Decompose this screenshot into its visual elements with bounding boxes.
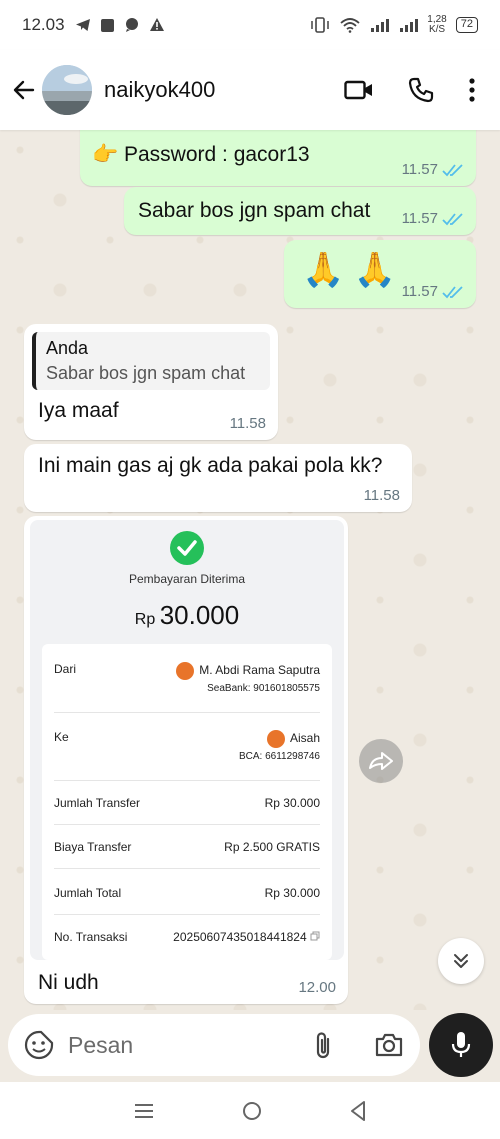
microphone-icon xyxy=(451,1032,471,1057)
message-input-pill[interactable]: Pesan xyxy=(8,1014,420,1076)
quote-text: Sabar bos jgn spam chat xyxy=(46,363,246,383)
status-bar: 12.03 1,28 K/S 72 xyxy=(0,0,500,50)
message-meta: 11.57 xyxy=(402,283,464,300)
double-check-icon xyxy=(442,212,463,225)
message-input[interactable]: Pesan xyxy=(68,1032,133,1059)
message-meta: 11.57 xyxy=(402,210,464,227)
back-nav-icon[interactable] xyxy=(349,1100,367,1122)
net-speed: 1,28 K/S xyxy=(427,14,447,35)
user-icon xyxy=(266,730,285,748)
divider xyxy=(54,868,320,869)
chat-header: naikyok400 xyxy=(0,50,500,130)
message-text: Sabar bos jgn spam chat xyxy=(138,199,371,222)
chevron-double-down-icon xyxy=(454,954,468,968)
message-password[interactable]: 👉 Password : gacor13 11.57 xyxy=(80,130,476,186)
recents-menu-icon[interactable] xyxy=(133,1102,155,1120)
vibrate-icon xyxy=(311,17,330,33)
user-icon xyxy=(176,662,195,680)
header-actions xyxy=(344,77,476,103)
payment-status: Pembayaran Diterima xyxy=(128,572,246,586)
square-app-icon xyxy=(100,18,114,32)
receipt-from-row: Dari M. Abdi Rama Saputra SeaBank: 90160… xyxy=(54,662,320,694)
avatar-image xyxy=(42,65,92,115)
more-options-icon[interactable] xyxy=(468,77,476,103)
message-caption: Ni udh xyxy=(38,971,99,994)
chat-area[interactable]: 👉 Password : gacor13 11.57 Sabar bos jgn… xyxy=(0,130,500,1010)
telegram-icon xyxy=(75,19,90,31)
status-time: 12.03 xyxy=(22,15,65,34)
quoted-message[interactable]: Anda Sabar bos jgn spam chat xyxy=(32,332,270,390)
divider xyxy=(54,780,320,781)
video-call-icon[interactable] xyxy=(344,79,374,101)
divider xyxy=(54,824,320,825)
message-meta: 11.58 xyxy=(363,487,400,504)
check-circle-icon xyxy=(170,531,204,565)
system-nav-bar xyxy=(0,1082,500,1139)
attachment-icon[interactable] xyxy=(312,1030,334,1060)
signal-icon xyxy=(371,19,390,32)
scroll-to-bottom-button[interactable] xyxy=(438,938,484,984)
avatar[interactable] xyxy=(42,65,92,115)
message-reply[interactable]: Anda Sabar bos jgn spam chat Iya maaf 11… xyxy=(24,324,278,440)
message-meta: 12.00 xyxy=(298,979,336,996)
wifi-icon xyxy=(340,18,360,33)
warning-icon xyxy=(149,18,164,31)
payment-amount: Rp 30.000 xyxy=(134,600,240,630)
message-text: Iya maaf xyxy=(38,399,119,422)
emoji-text: 🙏 🙏 xyxy=(302,251,397,289)
camera-icon[interactable] xyxy=(374,1032,404,1058)
message-meta: 11.58 xyxy=(229,415,266,432)
message-meta: 11.57 xyxy=(402,161,464,178)
double-check-icon xyxy=(442,285,463,298)
system-icons: 1,28 K/S 72 xyxy=(309,15,478,35)
notification-icons xyxy=(75,17,165,33)
signal-icon-2 xyxy=(400,19,419,32)
quote-author: Anda xyxy=(46,338,89,358)
sticker-icon[interactable] xyxy=(24,1030,54,1060)
forward-icon xyxy=(369,752,393,770)
back-button[interactable] xyxy=(10,76,38,104)
message-emoji[interactable]: 🙏 🙏 11.57 xyxy=(284,240,476,308)
receipt-to-row: Ke Aisah BCA: 6611298746 xyxy=(54,730,320,762)
phone-call-icon[interactable] xyxy=(408,77,434,103)
chat-app-icon xyxy=(125,18,138,32)
contact-name[interactable]: naikyok400 xyxy=(104,77,215,103)
message-text: 👉 Password : gacor13 xyxy=(92,143,310,166)
message-sabar[interactable]: Sabar bos jgn spam chat 11.57 xyxy=(124,187,476,235)
home-icon[interactable] xyxy=(241,1100,263,1122)
message-text: Ini main gas aj gk ada pakai pola kk? xyxy=(38,454,383,477)
double-check-icon xyxy=(442,163,463,176)
copy-icon xyxy=(310,931,320,941)
arrow-left-icon xyxy=(13,80,35,100)
divider xyxy=(54,712,320,713)
voice-record-button[interactable] xyxy=(429,1013,493,1077)
receipt-image[interactable]: Pembayaran Diterima Rp 30.000 Dari M. Ab… xyxy=(30,520,344,960)
divider xyxy=(54,914,320,915)
message-composer: Pesan xyxy=(0,1010,500,1082)
forward-button[interactable] xyxy=(359,739,403,783)
message-question[interactable]: Ini main gas aj gk ada pakai pola kk? 11… xyxy=(24,444,412,512)
battery-icon: 72 xyxy=(455,17,478,33)
receipt-details: Dari M. Abdi Rama Saputra SeaBank: 90160… xyxy=(42,644,332,960)
